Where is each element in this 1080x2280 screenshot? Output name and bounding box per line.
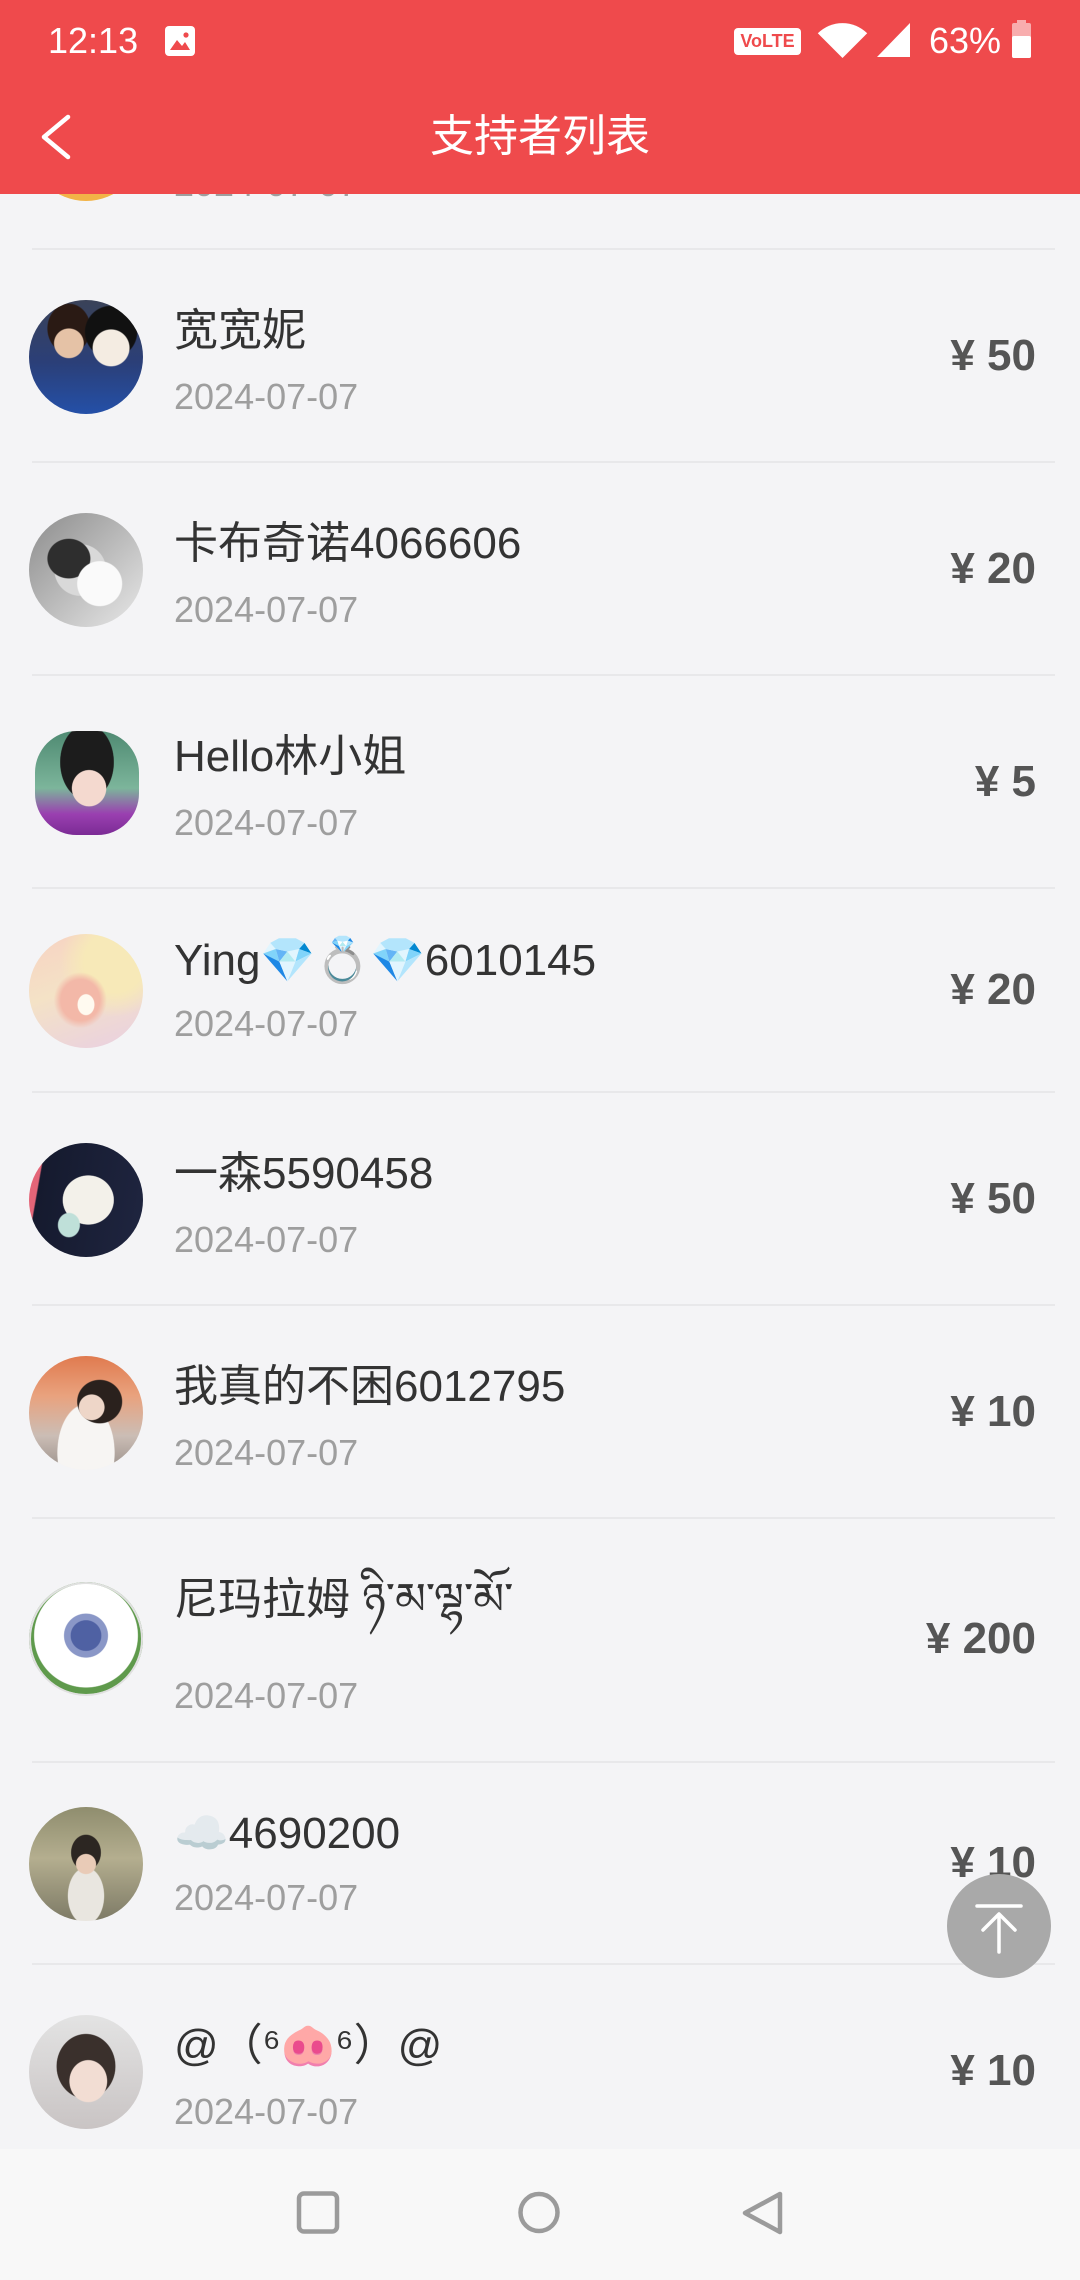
- status-time: 12:13: [48, 20, 139, 61]
- battery-cap: [1017, 20, 1026, 23]
- triangle-back-icon: [742, 2191, 783, 2235]
- supporter-row[interactable]: 我真的不困6012795 2024-07-07 ¥ 10: [0, 1306, 1080, 1519]
- supporter-name: 我真的不困6012795: [174, 1362, 566, 1411]
- support-amount: ¥ 20: [950, 965, 1036, 1014]
- support-amount: ¥ 5: [974, 757, 1036, 806]
- supporter-name: @（⁶🐽⁶）@: [174, 2021, 443, 2070]
- triangle-back-icon-shape: [742, 2191, 783, 2235]
- support-date: 2024-07-07: [174, 1675, 359, 1716]
- supporter-rows: 2024-07-07 宽宽妮 2024-07-07 ¥ 50 卡布奇诺40666…: [0, 37, 1080, 2149]
- supporter-name: Hello林小姐: [174, 732, 407, 781]
- wifi-icon-fan: [817, 23, 868, 58]
- support-date: 2024-07-07: [174, 1432, 359, 1473]
- page-title: 支持者列表: [430, 112, 650, 161]
- supporter-row[interactable]: Hello林小姐 2024-07-07 ¥ 5: [0, 676, 1080, 889]
- recents-button[interactable]: [258, 2149, 378, 2280]
- support-amount: ¥ 10: [950, 1387, 1036, 1436]
- back-nav-button[interactable]: [702, 2149, 822, 2280]
- supporter-row[interactable]: @（⁶🐽⁶）@ 2024-07-07 ¥ 10: [0, 1965, 1080, 2149]
- supporter-row[interactable]: ☁️4690200 2024-07-07 ¥ 10: [0, 1763, 1080, 1965]
- gallery-icon: [165, 26, 195, 56]
- support-amount: ¥ 50: [950, 331, 1036, 380]
- battery-fill: [1012, 35, 1031, 58]
- avatar[interactable]: [29, 513, 143, 627]
- supporter-name: 宽宽妮: [174, 306, 306, 355]
- battery-percent: 63%: [929, 20, 1002, 61]
- support-date: 2024-07-07: [174, 2091, 359, 2132]
- home-button[interactable]: [479, 2149, 599, 2280]
- support-amount: ¥ 50: [950, 1174, 1036, 1223]
- app-bar: 12:13 VoLTE 63% 支持者列表: [0, 0, 1080, 194]
- toolbar: 支持者列表: [0, 80, 1080, 194]
- wifi-icon: [817, 23, 868, 58]
- support-date: 2024-07-07: [174, 1219, 359, 1260]
- avatar[interactable]: [29, 2015, 143, 2129]
- avatar[interactable]: [29, 1356, 143, 1470]
- supporter-row[interactable]: 卡布奇诺4066606 2024-07-07 ¥ 20: [0, 463, 1080, 676]
- supporter-row[interactable]: 一森5590458 2024-07-07 ¥ 50: [0, 1093, 1080, 1306]
- avatar[interactable]: [29, 300, 143, 414]
- support-date: 2024-07-07: [174, 1877, 359, 1918]
- avatar[interactable]: [29, 1807, 143, 1921]
- supporter-name: 尼玛拉姆 ཉི་མ་ལྷ་མོ་: [174, 1575, 514, 1624]
- supporter-name: 卡布奇诺4066606: [174, 519, 522, 568]
- volte-badge: VoLTE: [734, 28, 801, 55]
- circle-icon: [518, 2191, 560, 2234]
- support-amount: ¥ 200: [925, 1614, 1036, 1663]
- support-date: 2024-07-07: [174, 1003, 359, 1044]
- support-date: 2024-07-07: [174, 589, 359, 630]
- avatar[interactable]: [29, 1582, 143, 1696]
- status-bar: 12:13 VoLTE 63%: [0, 0, 1080, 80]
- gallery-icon-frame: [165, 26, 195, 56]
- gallery-icon-sun: [183, 32, 189, 38]
- avatar[interactable]: [29, 1143, 143, 1257]
- supporter-name: ☁️4690200: [174, 1809, 401, 1858]
- supporter-name: Ying💎💍💎6010145: [174, 936, 597, 985]
- supporter-row[interactable]: 宽宽妮 2024-07-07 ¥ 50: [0, 250, 1080, 463]
- square-icon: [296, 2191, 340, 2234]
- back-button[interactable]: [0, 80, 110, 194]
- battery-icon: [1012, 20, 1031, 58]
- supporter-list[interactable]: 2024-07-07 宽宽妮 2024-07-07 ¥ 50 卡布奇诺40666…: [0, 0, 1080, 2149]
- system-nav-bar: [0, 2149, 1080, 2280]
- arrow-to-top-icon: [975, 1904, 1023, 1954]
- support-date: 2024-07-07: [174, 376, 359, 417]
- avatar[interactable]: [29, 934, 143, 1048]
- supporter-name: 一森5590458: [174, 1149, 434, 1198]
- square-icon-shape: [296, 2191, 340, 2234]
- signal-icon: [877, 23, 910, 57]
- support-date: 2024-07-07: [174, 802, 359, 843]
- support-amount: ¥ 20: [950, 544, 1036, 593]
- circle-icon-shape: [518, 2191, 560, 2234]
- chevron-left-icon: [41, 114, 71, 160]
- scroll-to-top-button[interactable]: [947, 1874, 1051, 1978]
- supporter-row[interactable]: 尼玛拉姆 ཉི་མ་ལྷ་མོ་ 2024-07-07 ¥ 200: [0, 1519, 1080, 1763]
- avatar[interactable]: [35, 731, 139, 835]
- chevron-left-icon-stroke: [41, 114, 71, 160]
- signal-icon-bars: [877, 23, 910, 57]
- supporter-row[interactable]: Ying💎💍💎6010145 2024-07-07 ¥ 20: [0, 889, 1080, 1093]
- support-amount: ¥ 10: [950, 2046, 1036, 2095]
